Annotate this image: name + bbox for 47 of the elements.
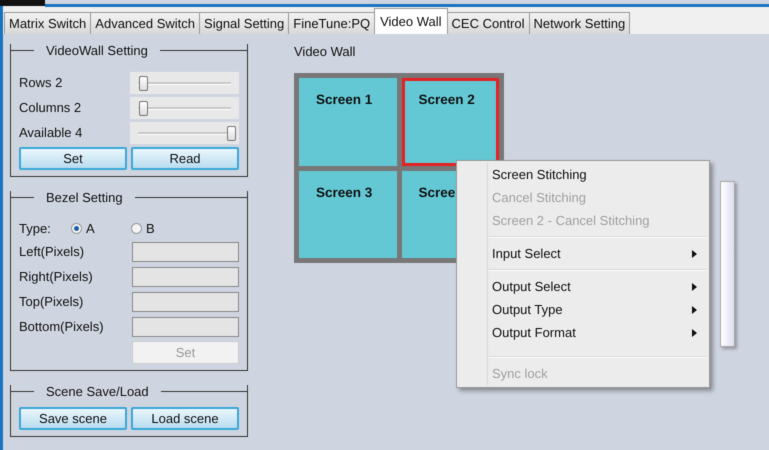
input-field[interactable] (132, 292, 239, 312)
tab[interactable]: Video Wall (374, 8, 448, 34)
submenu-arrow-icon (692, 328, 697, 336)
input-field[interactable] (132, 242, 239, 262)
button[interactable]: Load scene (131, 407, 239, 430)
tab[interactable]: Signal Setting (199, 12, 290, 34)
button[interactable]: Set (19, 147, 127, 170)
tab[interactable]: Matrix Switch (4, 12, 92, 34)
tab[interactable]: Advanced Switch (90, 12, 200, 34)
submenu-arrow-icon (692, 250, 697, 258)
field-label: Left(Pixels) (19, 244, 84, 259)
screen-tile[interactable]: Screen 2 (402, 78, 499, 166)
button[interactable]: Save scene (19, 407, 127, 430)
section-title: Video Wall (294, 44, 356, 59)
menu-item[interactable]: Output Select (457, 275, 707, 298)
group-title: Scene Save/Load (45, 384, 150, 398)
slider-label: Columns 2 (19, 100, 82, 115)
input-field[interactable] (132, 316, 239, 336)
field-label: Right(Pixels) (19, 269, 93, 284)
menu-item[interactable]: Output Type (457, 298, 707, 321)
slider[interactable] (130, 96, 239, 118)
slider[interactable] (130, 122, 239, 144)
screen-tile[interactable]: Screen 1 (299, 78, 396, 166)
slider-label: Rows 2 (19, 75, 62, 90)
button[interactable]: Read (131, 147, 239, 170)
radio-option[interactable]: B (131, 220, 191, 236)
menu-item[interactable]: Output Format (457, 321, 707, 344)
slider-thumb[interactable] (227, 126, 236, 140)
field-label: Bottom(Pixels) (19, 319, 104, 334)
tab[interactable]: FineTune:PQ (288, 12, 376, 34)
input-field[interactable] (132, 266, 239, 286)
radio-icon[interactable] (71, 222, 82, 234)
radio-icon[interactable] (131, 222, 142, 234)
screen-tile[interactable]: Screen 3 (299, 170, 396, 258)
submenu-arrow-icon (692, 282, 697, 290)
slider-thumb[interactable] (138, 76, 148, 90)
field-label: Top(Pixels) (19, 294, 84, 309)
type-label: Type: (19, 220, 52, 236)
tab[interactable]: CEC Control (446, 12, 530, 34)
slider[interactable] (130, 72, 239, 94)
radio-option[interactable]: A (71, 220, 131, 236)
group-title: VideoWall Setting (45, 42, 149, 58)
slider-thumb[interactable] (138, 100, 148, 116)
submenu-arrow-icon (692, 306, 697, 314)
slider-label: Available 4 (19, 125, 82, 140)
group-title: Bezel Setting (45, 190, 124, 204)
tab[interactable]: Network Setting (528, 12, 630, 34)
